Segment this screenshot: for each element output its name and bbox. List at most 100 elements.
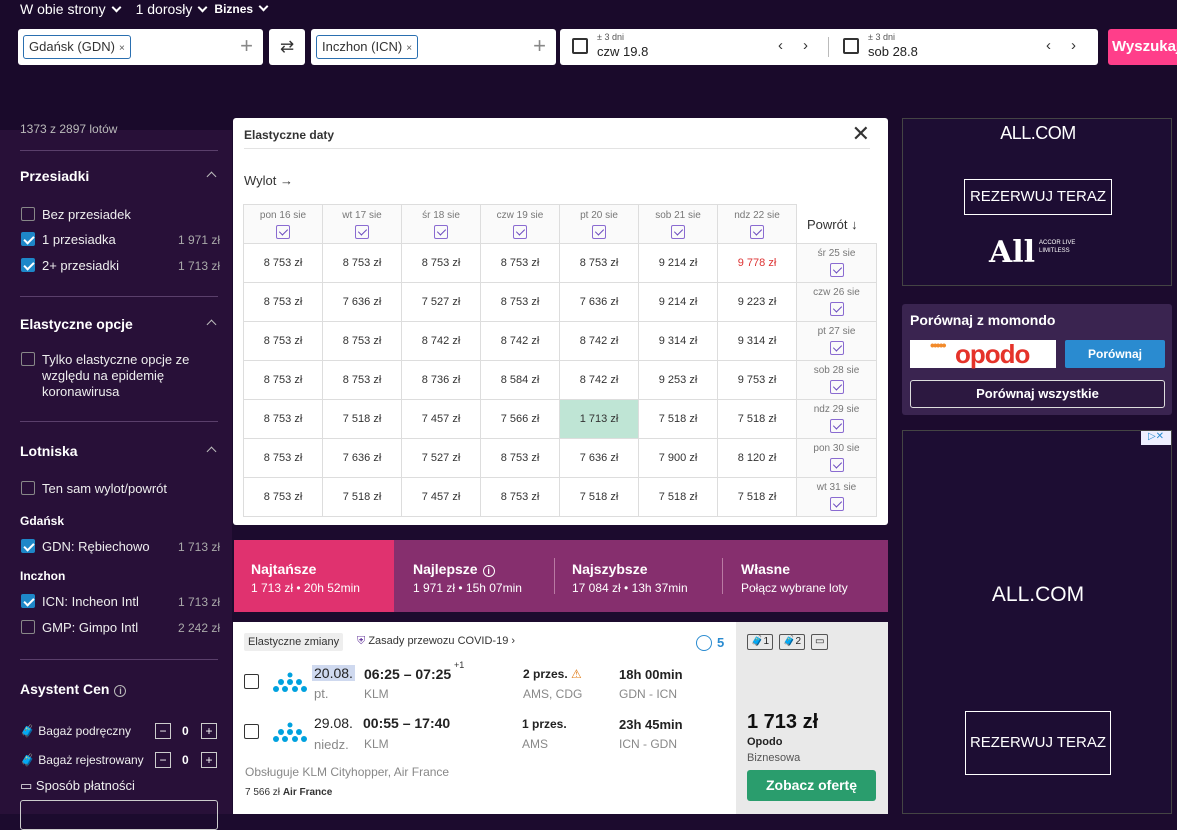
see-offer-button[interactable]: Zobacz ofertę (747, 770, 876, 801)
price-cell[interactable]: 8 742 zł (559, 321, 639, 361)
price-cell[interactable]: 9 314 zł (638, 321, 718, 361)
price-cell[interactable]: 8 753 zł (243, 360, 323, 400)
stops-two-plus-checkbox[interactable] (21, 258, 35, 272)
price-cell[interactable]: 9 253 zł (638, 360, 718, 400)
price-cell[interactable]: 9 778 zł (717, 243, 797, 283)
checkmark-icon[interactable] (829, 419, 844, 433)
next-day-icon[interactable]: › (1071, 37, 1076, 54)
return-date-header[interactable]: czw 26 sie (796, 282, 877, 322)
checkmark-icon[interactable] (434, 225, 448, 239)
departure-date-header[interactable]: śr 18 sie (401, 204, 481, 244)
price-cell[interactable]: 8 753 zł (322, 243, 402, 283)
departure-date-header[interactable]: pon 16 sie (243, 204, 323, 244)
ad-banner-bottom[interactable]: ▷✕ ALL.COM REZERWUJ TERAZ (902, 430, 1172, 814)
checkmark-icon[interactable] (829, 263, 844, 277)
book-now-button[interactable]: REZERWUJ TERAZ (965, 711, 1111, 775)
tab-cheapest[interactable]: Najtańsze 1 713 zł • 20h 52min (234, 540, 394, 612)
return-date-header[interactable]: ndz 29 sie (796, 399, 877, 439)
return-date-header[interactable]: pt 27 sie (796, 321, 877, 361)
price-cell[interactable]: 8 753 zł (480, 477, 560, 517)
price-cell[interactable]: 7 900 zł (638, 438, 718, 478)
price-cell[interactable]: 7 457 zł (401, 399, 481, 439)
price-cell[interactable]: 8 753 zł (480, 438, 560, 478)
add-origin-icon[interactable]: + (240, 34, 253, 58)
checked-bag-plus[interactable]: + (201, 752, 217, 768)
departure-date-header[interactable]: ndz 22 sie (717, 204, 797, 244)
price-cell[interactable]: 7 636 zł (559, 282, 639, 322)
select-return-checkbox[interactable] (244, 724, 259, 739)
add-destination-icon[interactable]: + (533, 34, 546, 58)
payment-select[interactable] (20, 800, 218, 830)
depart-date[interactable]: ± 3 dni czw 19.8 ‹ › (560, 29, 828, 65)
prev-day-icon[interactable]: ‹ (778, 37, 783, 54)
flight-result-card[interactable]: Elastyczne zmiany ⛨ Zasady przewozu COVI… (233, 622, 888, 814)
checkmark-icon[interactable] (513, 225, 527, 239)
price-cell[interactable]: 7 566 zł (480, 399, 560, 439)
price-cell[interactable]: 7 636 zł (322, 282, 402, 322)
flex-only-checkbox[interactable] (21, 352, 35, 366)
price-cell[interactable]: 7 527 zł (401, 282, 481, 322)
price-cell[interactable]: 9 314 zł (717, 321, 797, 361)
price-cell[interactable]: 9 753 zł (717, 360, 797, 400)
price-cell[interactable]: 8 753 zł (322, 321, 402, 361)
return-date-header[interactable]: pon 30 sie (796, 438, 877, 478)
price-cell[interactable]: 7 518 zł (322, 477, 402, 517)
stops-nonstop-checkbox[interactable] (21, 207, 35, 221)
stops-header[interactable]: Przesiadki (20, 168, 217, 184)
tab-best[interactable]: Najlepsze i 1 971 zł • 15h 07min (396, 540, 554, 612)
adchoices-icon[interactable]: ▷✕ (1141, 431, 1171, 445)
checkmark-icon[interactable] (671, 225, 685, 239)
return-date[interactable]: ± 3 dni sob 28.8 ‹ › (831, 29, 1098, 65)
checkmark-icon[interactable] (829, 302, 844, 316)
price-cell[interactable]: 8 753 zł (401, 243, 481, 283)
checkmark-icon[interactable] (829, 341, 844, 355)
departure-date-header[interactable]: sob 21 sie (638, 204, 718, 244)
price-cell[interactable]: 8 753 zł (243, 399, 323, 439)
price-cell[interactable]: 7 518 zł (322, 399, 402, 439)
price-cell[interactable]: 9 214 zł (638, 243, 718, 283)
price-cell[interactable]: 7 457 zł (401, 477, 481, 517)
checkmark-icon[interactable] (750, 225, 764, 239)
select-outbound-checkbox[interactable] (244, 674, 259, 689)
covid-link[interactable]: ⛨ Zasady przewozu COVID-19 › (357, 635, 515, 648)
prev-day-icon[interactable]: ‹ (1046, 37, 1051, 54)
search-button[interactable]: Wyszukaj (1108, 29, 1177, 65)
cabin-bag-minus[interactable]: − (155, 723, 171, 739)
price-cell[interactable]: 8 753 zł (480, 282, 560, 322)
remove-icon[interactable]: × (406, 43, 412, 54)
price-cell[interactable]: 7 518 zł (638, 477, 718, 517)
price-cell[interactable]: 8 753 zł (243, 438, 323, 478)
departure-date-header[interactable]: czw 19 sie (480, 204, 560, 244)
tab-fastest[interactable]: Najszybsze 17 084 zł • 13h 37min (555, 540, 720, 612)
price-cell[interactable]: 8 753 zł (243, 477, 323, 517)
return-date-header[interactable]: wt 31 sie (796, 477, 877, 517)
checked-bag-minus[interactable]: − (155, 752, 171, 768)
stops-one-checkbox[interactable] (21, 232, 35, 246)
same-airport-checkbox[interactable] (21, 481, 35, 495)
passengers-select[interactable]: 1 dorosły (136, 1, 208, 17)
price-cell[interactable]: 7 518 zł (638, 399, 718, 439)
price-cell[interactable]: 1 713 zł (559, 399, 639, 439)
origin-field[interactable]: Gdańsk (GDN) × + (18, 29, 263, 65)
price-cell[interactable]: 7 636 zł (322, 438, 402, 478)
alt-offer[interactable]: 7 566 zł Air France (245, 787, 332, 798)
return-date-header[interactable]: sob 28 sie (796, 360, 877, 400)
price-cell[interactable]: 8 753 zł (559, 243, 639, 283)
checkmark-icon[interactable] (829, 497, 844, 511)
ad-banner-top[interactable]: ALL.COM REZERWUJ TERAZ All ACCOR LIVE LI… (902, 118, 1172, 286)
checkmark-icon[interactable] (276, 225, 290, 239)
price-cell[interactable]: 8 753 zł (480, 243, 560, 283)
price-cell[interactable]: 8 120 zł (717, 438, 797, 478)
compare-button[interactable]: Porównaj (1065, 340, 1165, 368)
remove-icon[interactable]: × (119, 43, 125, 54)
checkmark-icon[interactable] (829, 458, 844, 472)
next-day-icon[interactable]: › (803, 37, 808, 54)
departure-date-header[interactable]: pt 20 sie (559, 204, 639, 244)
checkmark-icon[interactable] (829, 380, 844, 394)
checkmark-icon[interactable] (355, 225, 369, 239)
checkmark-icon[interactable] (592, 225, 606, 239)
price-cell[interactable]: 9 223 zł (717, 282, 797, 322)
price-cell[interactable]: 7 636 zł (559, 438, 639, 478)
swap-button[interactable]: ⇄ (269, 29, 305, 65)
return-date-header[interactable]: śr 25 sie (796, 243, 877, 283)
